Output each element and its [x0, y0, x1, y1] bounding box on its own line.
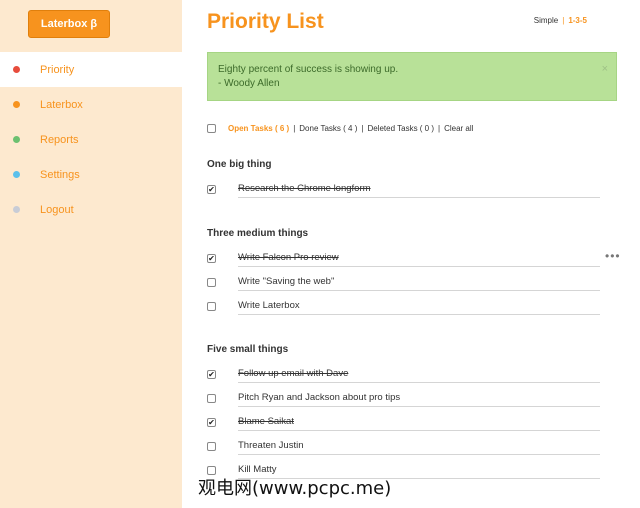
sidebar-item-label: Laterbox: [40, 98, 83, 111]
clear-all-link[interactable]: Clear all: [444, 124, 473, 133]
filter-done-tasks[interactable]: Done Tasks ( 4 ): [299, 124, 357, 133]
filter-separator: |: [438, 124, 441, 133]
sidebar-item-label: Priority: [40, 63, 75, 76]
sidebar-item-label: Reports: [40, 133, 79, 146]
task-checkbox[interactable]: [207, 278, 216, 287]
task-row: ✔ Research the Chrome longform: [207, 181, 600, 199]
status-dot-icon: [13, 171, 20, 178]
filter-separator: |: [361, 124, 364, 133]
task-row: ✔ Follow up email with Dave: [207, 366, 600, 384]
sidebar-nav: Priority Laterbox Reports Settings Logou…: [0, 52, 182, 227]
task-row: Pitch Ryan and Jackson about pro tips: [207, 390, 600, 408]
mode-separator: |: [562, 16, 565, 25]
task-text[interactable]: Pitch Ryan and Jackson about pro tips: [238, 390, 600, 407]
filter-open-tasks[interactable]: Open Tasks ( 6 ): [228, 124, 289, 133]
task-filters: Open Tasks ( 6 ) | Done Tasks ( 4 ) | De…: [207, 124, 607, 133]
task-text[interactable]: Write Laterbox: [238, 298, 600, 315]
status-dot-icon: [13, 101, 20, 108]
select-all-checkbox[interactable]: [207, 124, 216, 133]
task-row: Write Laterbox: [207, 298, 600, 316]
quote-alert: Eighty percent of success is showing up.…: [207, 52, 617, 101]
quote-author: - Woody Allen: [218, 78, 280, 89]
task-text[interactable]: Write "Saving the web": [238, 274, 600, 291]
section-title: One big thing: [207, 159, 272, 170]
sidebar-item-settings[interactable]: Settings: [0, 157, 182, 192]
task-row: ✔ Write Falcon Pro review: [207, 250, 600, 268]
sidebar-item-label: Settings: [40, 168, 80, 181]
task-row: ✔ Blame Saikat: [207, 414, 600, 432]
page-title: Priority List: [207, 10, 324, 33]
task-checkbox[interactable]: ✔: [207, 370, 216, 379]
sidebar-item-reports[interactable]: Reports: [0, 122, 182, 157]
status-dot-icon: [13, 206, 20, 213]
task-text[interactable]: Blame Saikat: [238, 414, 600, 431]
sidebar-item-laterbox[interactable]: Laterbox: [0, 87, 182, 122]
section-title: Five small things: [207, 344, 289, 355]
watermark: 观电网(www.pcpc.me): [198, 478, 392, 499]
more-options-icon[interactable]: •••: [605, 250, 621, 262]
mode-simple-link[interactable]: Simple: [534, 16, 558, 25]
filter-separator: |: [293, 124, 296, 133]
status-dot-icon: [13, 66, 20, 73]
main-content: Priority List Simple | 1-3-5 Eighty perc…: [207, 0, 627, 508]
sidebar-item-logout[interactable]: Logout: [0, 192, 182, 227]
quote-text: Eighty percent of success is showing up.: [218, 64, 399, 75]
sidebar-item-label: Logout: [40, 203, 74, 216]
filter-deleted-tasks[interactable]: Deleted Tasks ( 0 ): [367, 124, 434, 133]
section-title: Three medium things: [207, 228, 309, 239]
task-checkbox[interactable]: ✔: [207, 254, 216, 263]
sidebar-item-priority[interactable]: Priority: [0, 52, 182, 87]
task-checkbox[interactable]: [207, 442, 216, 451]
close-icon[interactable]: ×: [602, 62, 608, 76]
task-text[interactable]: Research the Chrome longform: [238, 181, 600, 198]
task-row: Threaten Justin: [207, 438, 600, 456]
task-text[interactable]: Follow up email with Dave: [238, 366, 600, 383]
task-checkbox[interactable]: [207, 394, 216, 403]
mode-switch: Simple | 1-3-5: [534, 16, 587, 25]
sidebar: Laterbox β Priority Laterbox Reports Set…: [0, 0, 182, 508]
status-dot-icon: [13, 136, 20, 143]
task-checkbox[interactable]: ✔: [207, 185, 216, 194]
task-text[interactable]: Threaten Justin: [238, 438, 600, 455]
task-checkbox[interactable]: ✔: [207, 418, 216, 427]
task-checkbox[interactable]: [207, 302, 216, 311]
task-row: Write "Saving the web": [207, 274, 600, 292]
mode-135-link[interactable]: 1-3-5: [568, 16, 587, 25]
task-text[interactable]: Write Falcon Pro review: [238, 250, 600, 267]
brand-button[interactable]: Laterbox β: [28, 10, 110, 38]
